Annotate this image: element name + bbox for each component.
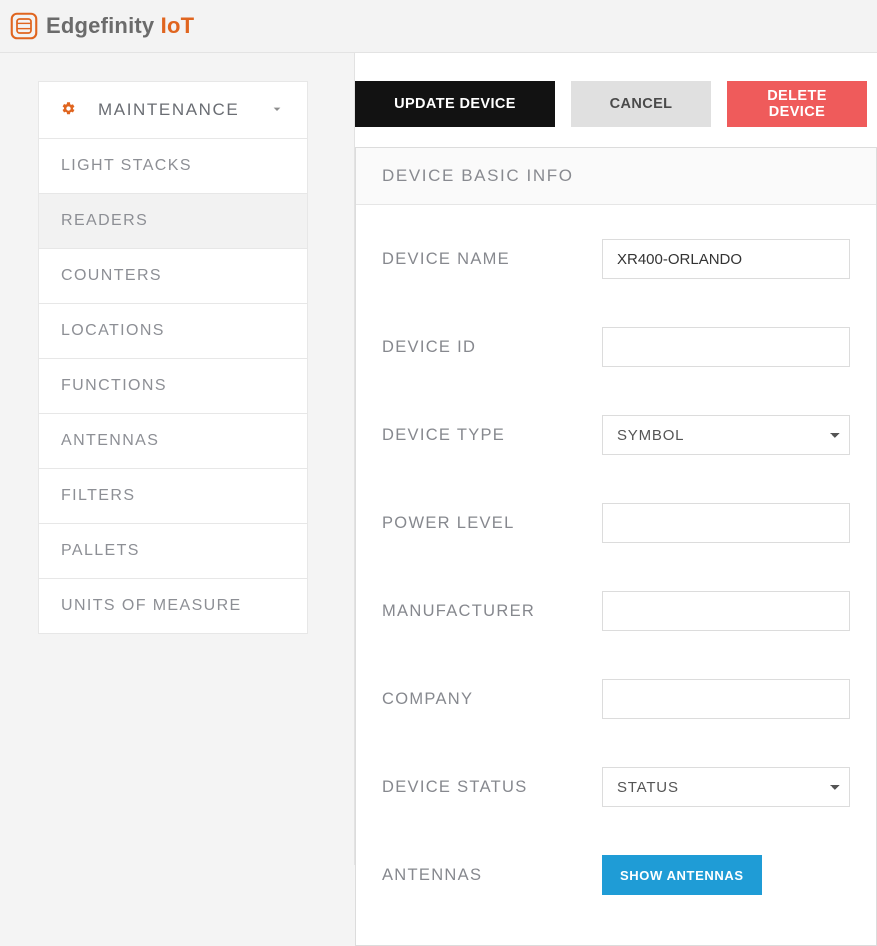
row-company: COMPANY — [382, 655, 850, 743]
brand-text: Edgefinity IoT — [46, 13, 194, 39]
input-company[interactable] — [602, 679, 850, 719]
sidebar-item-label: READERS — [61, 212, 148, 229]
sidebar-item-locations[interactable]: LOCATIONS — [39, 304, 307, 359]
sidebar-item-label: PALLETS — [61, 542, 140, 559]
input-manufacturer[interactable] — [602, 591, 850, 631]
sidebar-header-label: MAINTENANCE — [98, 100, 239, 120]
sidebar-item-functions[interactable]: FUNCTIONS — [39, 359, 307, 414]
row-device-type: DEVICE TYPE SYMBOL — [382, 391, 850, 479]
sidebar-item-label: ANTENNAS — [61, 432, 159, 449]
input-device-name[interactable] — [602, 239, 850, 279]
sidebar-item-label: UNITS OF MEASURE — [61, 597, 242, 614]
label-company: COMPANY — [382, 690, 582, 709]
row-antennas: ANTENNAS SHOW ANTENNAS — [382, 831, 850, 919]
label-manufacturer: MANUFACTURER — [382, 602, 582, 621]
label-device-status: DEVICE STATUS — [382, 778, 582, 797]
sidebar-menu: MAINTENANCE LIGHT STACKS READERS COUNTER… — [38, 81, 308, 634]
show-antennas-button[interactable]: SHOW ANTENNAS — [602, 855, 762, 895]
sidebar-item-label: LOCATIONS — [61, 322, 165, 339]
sidebar-item-label: COUNTERS — [61, 267, 162, 284]
row-device-id: DEVICE ID — [382, 303, 850, 391]
action-bar: UPDATE DEVICE CANCEL DELETE DEVICE — [355, 81, 877, 127]
sidebar-item-antennas[interactable]: ANTENNAS — [39, 414, 307, 469]
select-device-status[interactable]: STATUS — [602, 767, 850, 807]
chevron-down-icon — [269, 101, 285, 120]
label-antennas: ANTENNAS — [382, 866, 582, 885]
brand-logo: Edgefinity IoT — [10, 12, 194, 40]
delete-device-button[interactable]: DELETE DEVICE — [727, 81, 867, 127]
sidebar-item-units-of-measure[interactable]: UNITS OF MEASURE — [39, 579, 307, 633]
row-manufacturer: MANUFACTURER — [382, 567, 850, 655]
device-basic-info-panel: DEVICE BASIC INFO DEVICE NAME DEVICE ID … — [355, 147, 877, 946]
label-device-id: DEVICE ID — [382, 338, 582, 357]
sidebar-item-label: FUNCTIONS — [61, 377, 167, 394]
sidebar-item-label: LIGHT STACKS — [61, 157, 192, 174]
gear-icon — [61, 101, 76, 120]
panel-title: DEVICE BASIC INFO — [356, 148, 876, 205]
sidebar-header-maintenance[interactable]: MAINTENANCE — [39, 82, 307, 139]
input-device-id[interactable] — [602, 327, 850, 367]
row-device-name: DEVICE NAME — [382, 215, 850, 303]
row-device-status: DEVICE STATUS STATUS — [382, 743, 850, 831]
label-device-type: DEVICE TYPE — [382, 426, 582, 445]
label-power-level: POWER LEVEL — [382, 514, 582, 533]
app-header: Edgefinity IoT — [0, 0, 877, 53]
sidebar-item-pallets[interactable]: PALLETS — [39, 524, 307, 579]
update-device-button[interactable]: UPDATE DEVICE — [355, 81, 555, 127]
sidebar-item-label: FILTERS — [61, 487, 135, 504]
sidebar-item-readers[interactable]: READERS — [39, 194, 307, 249]
label-device-name: DEVICE NAME — [382, 250, 582, 269]
content-area: UPDATE DEVICE CANCEL DELETE DEVICE DEVIC… — [355, 53, 877, 865]
cancel-button[interactable]: CANCEL — [571, 81, 711, 127]
sidebar: MAINTENANCE LIGHT STACKS READERS COUNTER… — [0, 53, 355, 865]
sidebar-item-counters[interactable]: COUNTERS — [39, 249, 307, 304]
row-power-level: POWER LEVEL — [382, 479, 850, 567]
brand-icon — [10, 12, 38, 40]
sidebar-item-light-stacks[interactable]: LIGHT STACKS — [39, 139, 307, 194]
input-power-level[interactable] — [602, 503, 850, 543]
sidebar-item-filters[interactable]: FILTERS — [39, 469, 307, 524]
select-device-type[interactable]: SYMBOL — [602, 415, 850, 455]
